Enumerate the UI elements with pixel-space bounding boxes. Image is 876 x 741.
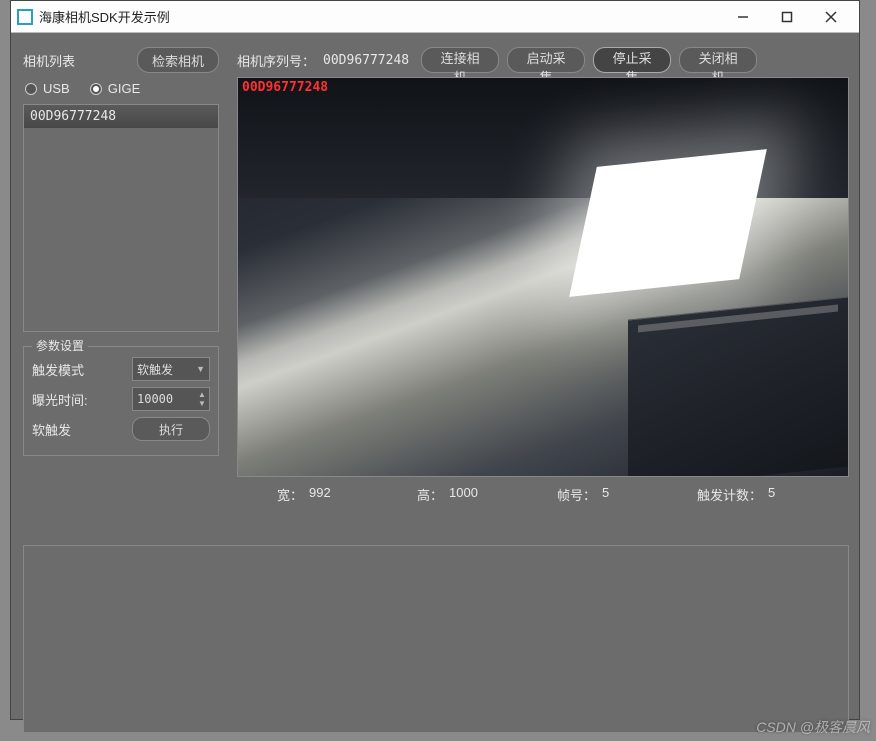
search-camera-button[interactable]: 检索相机	[137, 47, 219, 73]
param-group-title: 参数设置	[32, 337, 88, 354]
frame-value: 5	[602, 485, 609, 504]
trigger-count-label: 触发计数：	[697, 485, 762, 504]
camera-preview: 00D96777248	[237, 77, 849, 477]
list-item[interactable]: 00D96777248	[24, 105, 218, 128]
frame-label: 帧号：	[557, 485, 596, 504]
height-label: 高：	[417, 485, 443, 504]
titlebar: 海康相机SDK开发示例	[11, 1, 859, 33]
stats-row: 宽： 992 高： 1000 帧号： 5 触发计数： 5	[237, 485, 849, 504]
close-camera-button[interactable]: 关闭相机	[679, 47, 757, 73]
trigger-mode-value: 软触发	[137, 361, 173, 378]
minimize-button[interactable]	[721, 1, 765, 33]
height-value: 1000	[449, 485, 478, 504]
close-button[interactable]	[809, 1, 853, 33]
radio-icon	[90, 83, 102, 95]
overlay-serial: 00D96777248	[242, 80, 328, 95]
serial-value: 00D96777248	[323, 53, 409, 68]
param-group: 参数设置 触发模式 软触发 ▼ 曝光时间: 10000 ▲▼ 软触	[23, 346, 219, 456]
soft-trigger-label: 软触发	[32, 420, 71, 439]
maximize-button[interactable]	[765, 1, 809, 33]
window-title: 海康相机SDK开发示例	[39, 7, 721, 26]
usb-radio[interactable]: USB	[25, 81, 70, 96]
width-label: 宽：	[277, 485, 303, 504]
radio-icon	[25, 83, 37, 95]
trigger-mode-select[interactable]: 软触发 ▼	[132, 357, 210, 381]
gige-radio[interactable]: GIGE	[90, 81, 141, 96]
trigger-mode-label: 触发模式	[32, 360, 84, 379]
stop-capture-button[interactable]: 停止采集	[593, 47, 671, 73]
gige-radio-label: GIGE	[108, 81, 141, 96]
width-value: 992	[309, 485, 331, 504]
exposure-label: 曝光时间:	[32, 390, 88, 409]
exposure-value: 10000	[133, 392, 195, 406]
connect-button[interactable]: 连接相机	[421, 47, 499, 73]
execute-button[interactable]: 执行	[132, 417, 210, 441]
chevron-down-icon: ▼	[196, 364, 205, 374]
usb-radio-label: USB	[43, 81, 70, 96]
spinner-arrows-icon: ▲▼	[195, 390, 209, 408]
serial-label: 相机序列号：	[237, 51, 315, 70]
camera-list[interactable]: 00D96777248	[23, 104, 219, 332]
exposure-input[interactable]: 10000 ▲▼	[132, 387, 210, 411]
trigger-count-value: 5	[768, 485, 775, 504]
app-icon	[17, 9, 33, 25]
log-output[interactable]	[23, 545, 849, 733]
camera-list-label: 相机列表	[23, 51, 75, 70]
start-capture-button[interactable]: 启动采集	[507, 47, 585, 73]
